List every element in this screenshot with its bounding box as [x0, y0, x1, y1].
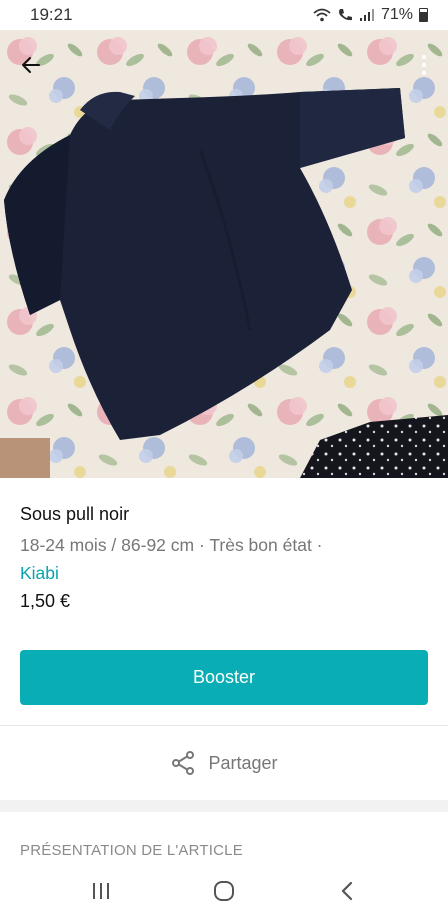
booster-button[interactable]: Booster	[20, 650, 428, 705]
item-size-condition: 18-24 mois / 86-92 cm · Très bon état ·	[20, 535, 323, 555]
home-button[interactable]	[204, 871, 244, 911]
brand-link[interactable]: Kiabi	[20, 563, 59, 583]
item-price: 1,50 €	[20, 591, 71, 611]
share-button[interactable]: Partager	[0, 726, 448, 800]
signal-icon	[359, 9, 374, 21]
more-vertical-icon	[422, 55, 426, 75]
product-photo[interactable]	[0, 30, 448, 478]
status-time: 19:21	[30, 5, 73, 24]
system-nav-bar	[0, 862, 448, 920]
home-icon	[213, 881, 234, 901]
presentation-section-title: PRÉSENTATION DE L'ARTICLE	[20, 842, 243, 859]
recent-apps-button[interactable]	[81, 871, 121, 911]
arrow-left-icon	[22, 57, 40, 73]
share-label: Partager	[208, 752, 278, 773]
share-icon	[172, 751, 195, 775]
nav-back-button[interactable]	[327, 871, 367, 911]
wifi-icon	[313, 8, 331, 22]
back-button[interactable]	[14, 48, 48, 82]
status-bar: 19:21 71%	[0, 0, 448, 30]
battery-icon	[419, 8, 428, 22]
item-details: Sous pull noir 18-24 mois / 86-92 cm · T…	[0, 478, 448, 612]
call-icon	[338, 9, 352, 21]
back-icon	[341, 881, 352, 901]
item-title: Sous pull noir	[20, 504, 130, 524]
recent-apps-icon	[93, 883, 110, 899]
status-icons: 71%	[313, 6, 428, 24]
section-separator	[0, 800, 448, 812]
item-meta: 18-24 mois / 86-92 cm · Très bon état · …	[20, 531, 428, 587]
battery-level: 71%	[380, 6, 413, 23]
more-options-button[interactable]	[414, 48, 434, 82]
